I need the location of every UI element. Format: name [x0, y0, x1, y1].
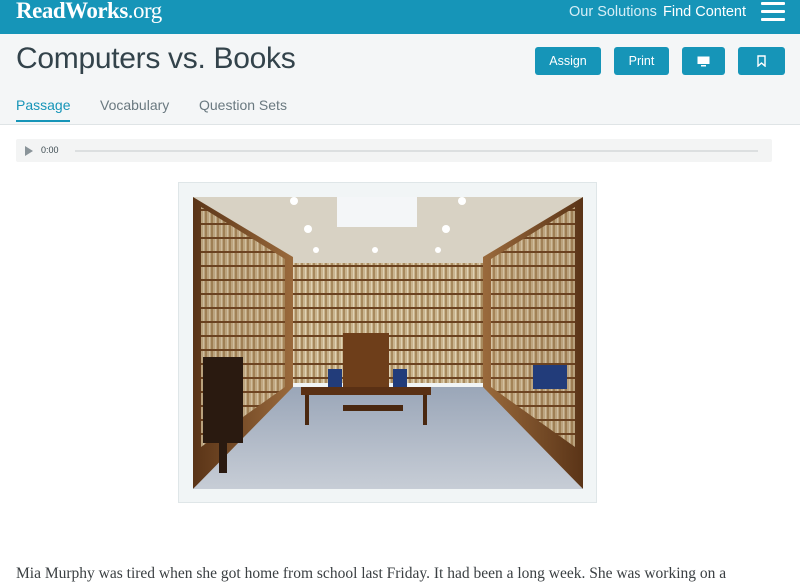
page-title: Computers vs. Books — [16, 42, 296, 75]
audio-progress-track[interactable] — [75, 150, 758, 152]
readworks-logo[interactable]: ReadWorks.org — [16, 0, 162, 24]
audio-player: 0:00 — [16, 139, 772, 162]
logo-tld: .org — [127, 0, 163, 23]
top-nav: ReadWorks.org Our Solutions Find Content — [0, 0, 800, 34]
bookmark-icon — [757, 55, 766, 67]
nav-find-content[interactable]: Find Content — [663, 4, 746, 20]
nav-our-solutions[interactable]: Our Solutions — [569, 4, 657, 20]
hamburger-icon[interactable] — [761, 2, 785, 22]
audio-time: 0:00 — [41, 145, 59, 155]
print-button[interactable]: Print — [614, 47, 669, 75]
present-button[interactable] — [682, 47, 725, 75]
logo-main: ReadWorks — [16, 0, 128, 23]
monitor-icon — [697, 56, 710, 66]
passage-image-frame — [178, 182, 597, 503]
bookmark-button[interactable] — [738, 47, 785, 75]
play-icon[interactable] — [25, 146, 33, 156]
tab-vocabulary[interactable]: Vocabulary — [100, 97, 169, 113]
page-header: Computers vs. Books Assign Print Passage… — [0, 34, 800, 125]
tab-question-sets[interactable]: Question Sets — [199, 97, 287, 113]
assign-button[interactable]: Assign — [535, 47, 601, 75]
passage-first-line: Mia Murphy was tired when she got home f… — [16, 565, 727, 582]
tab-passage[interactable]: Passage — [16, 97, 71, 122]
library-image — [193, 197, 583, 489]
